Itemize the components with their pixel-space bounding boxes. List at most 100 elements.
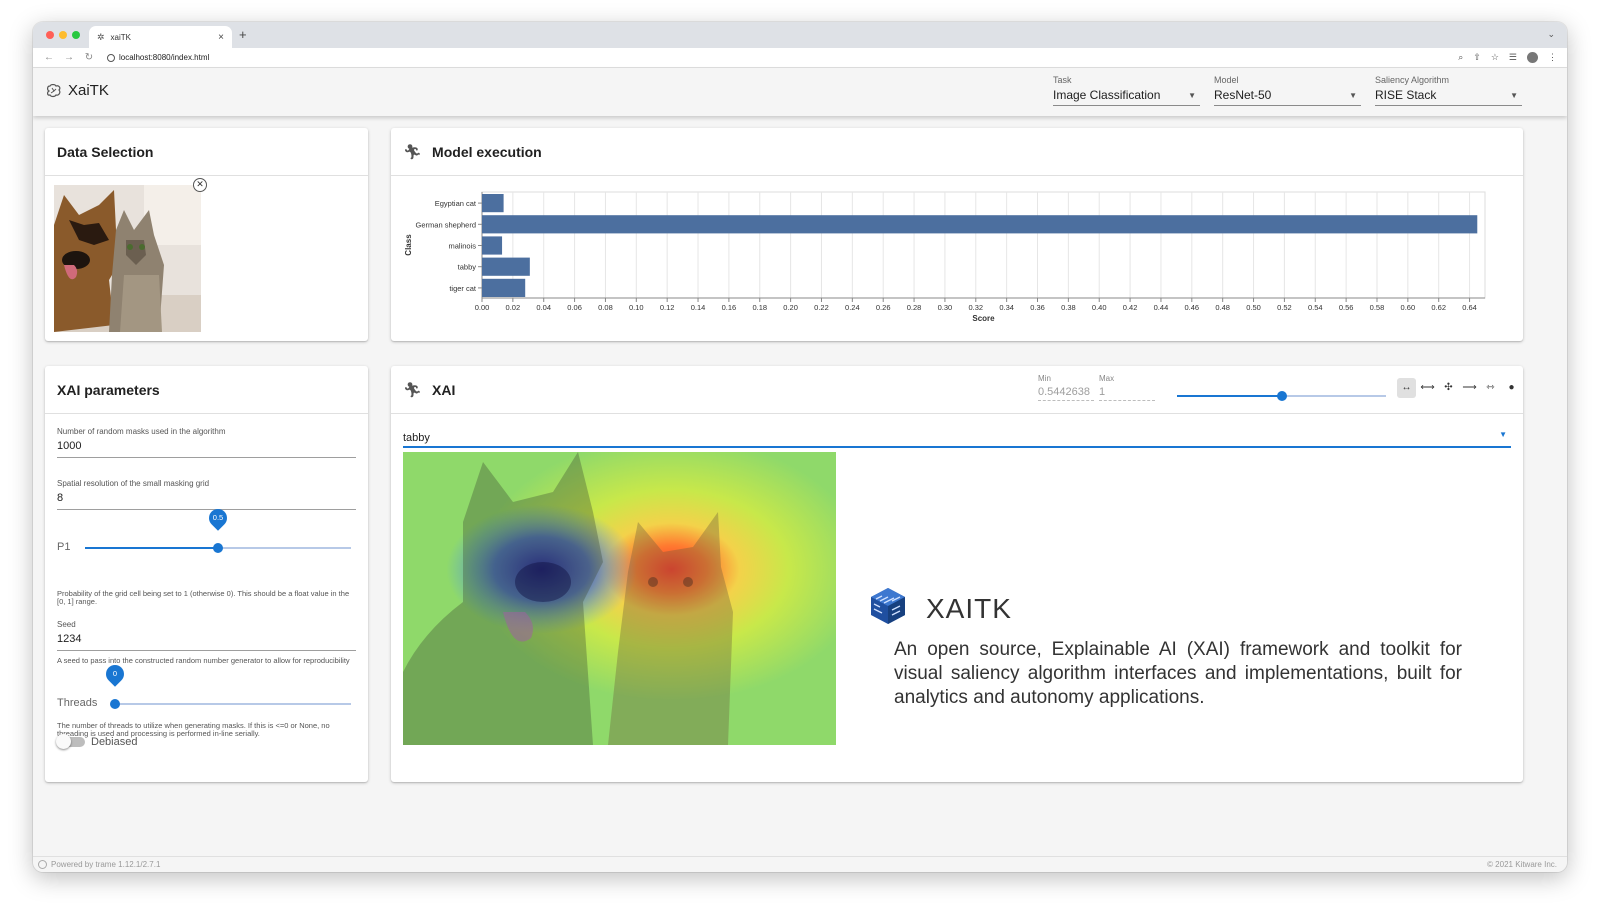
x-tick-label: 0.04	[536, 303, 551, 312]
x-tick-label: 0.18	[752, 303, 767, 312]
task-select[interactable]: Task Image Classification ▼	[1053, 75, 1200, 106]
new-tab-button[interactable]: +	[239, 27, 247, 42]
zoom-icon[interactable]: ⌕	[1458, 52, 1463, 63]
y-axis-title: Class	[404, 234, 413, 256]
move-icon[interactable]: ✣	[1439, 378, 1458, 398]
debiased-switch-knob[interactable]	[56, 734, 71, 749]
copyright-text: © 2021 Kitware Inc.	[1487, 860, 1557, 869]
share-icon[interactable]: ⇧	[1473, 52, 1481, 63]
person-icon[interactable]: ●	[1502, 378, 1521, 398]
seed-label: Seed	[57, 620, 76, 629]
x-tick-label: 0.42	[1123, 303, 1138, 312]
url-text: localhost:8080/index.html	[119, 53, 210, 62]
x-tick-label: 0.16	[722, 303, 737, 312]
max-input[interactable]: 1	[1099, 386, 1155, 401]
x-tick-label: 0.36	[1030, 303, 1045, 312]
debiased-toggle[interactable]: Debiased	[56, 734, 138, 749]
model-execution-header: 🏃︎ Model execution	[391, 128, 1523, 176]
site-info-icon[interactable]	[107, 53, 115, 62]
debiased-label: Debiased	[91, 736, 138, 748]
model-select[interactable]: Model ResNet-50 ▼	[1214, 75, 1361, 106]
dropdown-arrow-icon: ▼	[1510, 91, 1518, 100]
debiased-switch[interactable]	[56, 734, 85, 749]
model-select-label: Model	[1214, 75, 1239, 85]
expand-icon[interactable]: ⇿	[1481, 378, 1500, 398]
x-tick-label: 0.34	[999, 303, 1014, 312]
close-window-button[interactable]	[46, 31, 54, 39]
p1-hint: Probability of the grid cell being set t…	[57, 589, 350, 606]
saliency-algorithm-select[interactable]: Saliency Algorithm RISE Stack ▼	[1375, 75, 1522, 106]
app-title: XaiTK	[68, 82, 109, 99]
x-tick-label: 0.48	[1215, 303, 1230, 312]
fit-width-icon[interactable]: ↔	[1397, 378, 1416, 398]
x-tick-label: 0.40	[1092, 303, 1107, 312]
dropdown-arrow-icon: ▼	[1499, 430, 1507, 439]
p1-slider[interactable]: P1 0.5	[57, 505, 356, 558]
class-score-chart: 0.00 0.02 0.04 0.06 0.08 0.10 0.12 0.14 0.16 0.18…	[404, 191, 1486, 323]
min-field[interactable]: Min 0.5442638	[1038, 374, 1094, 401]
url-field[interactable]: localhost:8080/index.html	[107, 53, 209, 62]
brain-logo-icon	[46, 83, 62, 101]
xai-parameters-header: XAI parameters	[45, 366, 368, 414]
xaitk-brand: XAITK	[868, 586, 1012, 631]
stretch-icon[interactable]: ⟶	[1460, 378, 1479, 398]
x-tick-label: 0.20	[783, 303, 798, 312]
masks-label: Number of random masks used in the algor…	[57, 427, 226, 436]
bar	[482, 236, 503, 255]
bookmark-star-icon[interactable]: ☆	[1491, 52, 1499, 63]
threads-slider-thumb[interactable]	[110, 699, 120, 709]
reading-list-icon[interactable]: ☰	[1509, 52, 1517, 63]
p1-value: 0.5	[212, 513, 224, 522]
forward-arrow-icon[interactable]: →	[59, 52, 79, 63]
seed-field[interactable]: Seed 1234	[57, 620, 356, 651]
fit-range-icon[interactable]: ⟷	[1418, 378, 1437, 398]
saliency-heatmap-image	[403, 452, 836, 745]
tab-favicon-icon: ✲	[97, 31, 105, 42]
resolution-field[interactable]: Spatial resolution of the small masking …	[57, 479, 356, 510]
x-tick-label: 0.24	[845, 303, 860, 312]
resolution-input[interactable]: 8	[57, 492, 356, 510]
x-tick-label: 0.56	[1339, 303, 1354, 312]
x-tick-label: 0.38	[1061, 303, 1076, 312]
model-execution-title: Model execution	[432, 143, 542, 160]
p1-slider-thumb[interactable]	[213, 543, 223, 553]
color-range-slider[interactable]	[1177, 390, 1386, 402]
max-label: Max	[1099, 374, 1115, 383]
profile-avatar[interactable]	[1527, 52, 1538, 63]
x-tick-label: 0.60	[1401, 303, 1416, 312]
selected-image-thumbnail[interactable]	[54, 185, 201, 332]
powered-by-text: Powered by trame 1.12.1/2.7.1	[51, 860, 161, 869]
class-select[interactable]: tabby ▼	[403, 428, 1511, 448]
bar	[482, 215, 1478, 234]
reload-icon[interactable]: ↻	[79, 52, 99, 63]
tab-menu-chevron-icon[interactable]: ⌄	[1547, 29, 1555, 40]
x-tick-label: 0.52	[1277, 303, 1292, 312]
threads-slider[interactable]: Threads 0	[57, 661, 356, 714]
back-arrow-icon[interactable]: ←	[39, 52, 59, 63]
threads-slider-track[interactable]	[115, 703, 351, 705]
x-tick-label: 0.46	[1185, 303, 1200, 312]
colormap-tool-group: ↔ ⟷ ✣ ⟶ ⇿ ●	[1397, 378, 1521, 398]
x-tick-label: 0.02	[506, 303, 521, 312]
p1-slider-fill	[85, 547, 218, 549]
minimize-window-button[interactable]	[59, 31, 67, 39]
x-tick-label: 0.30	[938, 303, 953, 312]
browser-tab[interactable]: ✲ xaiTK ×	[89, 26, 232, 48]
tab-close-icon[interactable]: ×	[218, 32, 224, 43]
max-field[interactable]: Max 1	[1099, 374, 1155, 401]
color-range-fill	[1177, 395, 1282, 397]
xaitk-brand-name: XAITK	[926, 592, 1012, 624]
remove-image-button[interactable]: ✕	[193, 178, 207, 192]
browser-menu-icon[interactable]: ⋮	[1548, 52, 1557, 63]
y-tick-label: Egyptian cat	[435, 199, 477, 208]
task-select-value: Image Classification	[1053, 88, 1161, 102]
color-range-thumb[interactable]	[1276, 391, 1287, 401]
maximize-window-button[interactable]	[72, 31, 80, 39]
seed-input[interactable]: 1234	[57, 633, 356, 651]
app-footer: Powered by trame 1.12.1/2.7.1 © 2021 Kit…	[33, 856, 1567, 872]
masks-input[interactable]: 1000	[57, 440, 356, 458]
address-bar: ← → ↻ localhost:8080/index.html ⌕ ⇧ ☆ ☰ …	[33, 48, 1567, 68]
masks-field[interactable]: Number of random masks used in the algor…	[57, 427, 356, 458]
xai-parameters-card: XAI parameters Number of random masks us…	[45, 366, 368, 782]
min-input[interactable]: 0.5442638	[1038, 386, 1094, 401]
